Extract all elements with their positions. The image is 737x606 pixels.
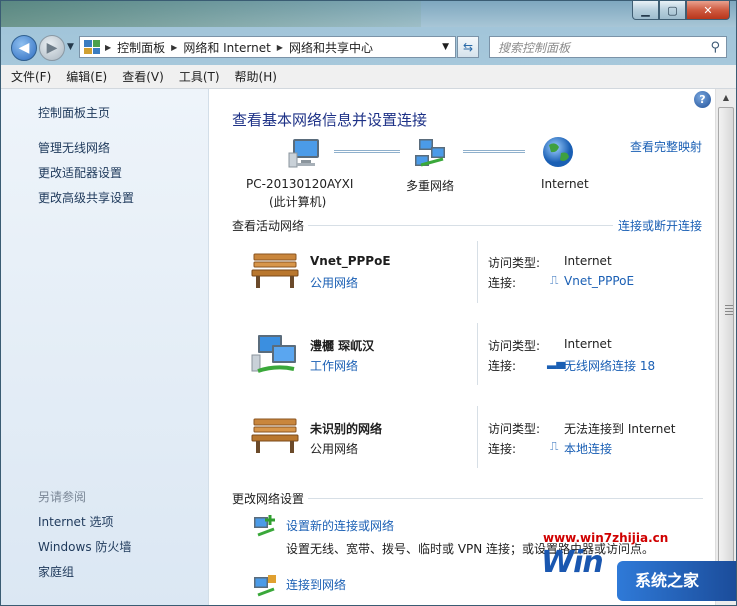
menu-bar: 文件(F) 编辑(E) 查看(V) 工具(T) 帮助(H) [1, 65, 736, 89]
sidebar-link-internet-options[interactable]: Internet 选项 [38, 513, 113, 530]
network-2-access-value: Internet [564, 337, 612, 351]
see-also-heading: 另请参阅 [38, 490, 87, 504]
maximize-button[interactable]: ▢ [659, 1, 686, 20]
active-networks-heading: 查看活动网络 [232, 219, 305, 233]
sidebar-link-homegroup[interactable]: 家庭组 [38, 563, 74, 580]
work-network-icon [251, 335, 296, 373]
scroll-up-icon[interactable]: ▲ [716, 89, 736, 106]
network-3-conn-link[interactable]: 本地连接 [564, 440, 612, 457]
network-3-conn-label: 连接: [488, 442, 517, 456]
network-1-name: Vnet_PPPoE [310, 254, 391, 268]
connect-network-icon [254, 575, 276, 597]
refresh-icon: ⇆ [462, 40, 474, 54]
computer-icon[interactable] [287, 137, 323, 169]
sidebar-link-home[interactable]: 控制面板主页 [38, 104, 110, 121]
network-1-conn-link[interactable]: Vnet_PPPoE [564, 274, 634, 288]
sidebar-link-firewall[interactable]: Windows 防火墙 [38, 538, 131, 555]
breadcrumb-chevron-icon[interactable]: ▶ [102, 43, 114, 52]
address-bar[interactable]: ▶ 控制面板 ▶ 网络和 Internet ▶ 网络和共享中心 ▼ [79, 36, 456, 58]
control-panel-icon [84, 40, 100, 54]
address-row: ◀ ▶ ▼ ▶ 控制面板 ▶ 网络和 Internet ▶ 网络和共享中心 ▼ … [1, 27, 736, 65]
minimize-button[interactable]: ▁ [632, 1, 659, 20]
breadcrumb-control-panel[interactable]: 控制面板 [114, 39, 168, 56]
new-connection-icon [254, 515, 275, 537]
watermark: www.win7zhijia.cn Win 系统之家 [541, 531, 736, 605]
breadcrumb-chevron-icon[interactable]: ▶ [274, 43, 286, 52]
setup-new-connection-link[interactable]: 设置新的连接或网络 [286, 517, 394, 534]
close-button[interactable]: ✕ [686, 1, 730, 20]
watermark-url: www.win7zhijia.cn [543, 531, 669, 545]
menu-file[interactable]: 文件(F) [11, 68, 51, 85]
breadcrumb-chevron-icon[interactable]: ▶ [168, 43, 180, 52]
network-3-access-label: 访问类型: [488, 422, 541, 436]
map-connector [463, 150, 525, 153]
map-internet: Internet [541, 177, 589, 191]
network-3-name: 未识别的网络 [310, 422, 383, 436]
arrow-right-icon: ▶ [46, 40, 58, 56]
breadcrumb-network-internet[interactable]: 网络和 Internet [180, 39, 273, 56]
network-3-type: 公用网络 [310, 442, 359, 456]
network-2-name: 澧欐 琛屼汉 [310, 339, 375, 353]
bench-icon [251, 418, 299, 453]
network-2-access-label: 访问类型: [488, 339, 541, 353]
refresh-button[interactable]: ⇆ [457, 36, 479, 58]
forward-button[interactable]: ▶ [39, 35, 65, 61]
multiple-networks-icon[interactable] [413, 137, 449, 169]
sidebar-link-advanced-sharing[interactable]: 更改高级共享设置 [38, 189, 134, 206]
map-computer-name: PC-20130120AYXI [246, 177, 354, 191]
search-input[interactable]: 搜索控制面板 ⚲ [489, 36, 727, 58]
watermark-logo: Win [541, 545, 604, 580]
page-title: 查看基本网络信息并设置连接 [232, 111, 428, 129]
map-multiple-networks: 多重网络 [406, 179, 455, 193]
network-2-type-link[interactable]: 工作网络 [310, 357, 358, 374]
network-2-conn-label: 连接: [488, 359, 517, 373]
menu-help[interactable]: 帮助(H) [235, 68, 277, 85]
address-dropdown-icon[interactable]: ▼ [436, 42, 455, 52]
sidebar-link-adapter[interactable]: 更改适配器设置 [38, 164, 122, 181]
explorer-window: ▁ ▢ ✕ ◀ ▶ ▼ ▶ 控制面板 ▶ 网络和 Internet ▶ 网络和共… [0, 0, 737, 606]
network-3-access-value: 无法连接到 Internet [564, 422, 676, 436]
internet-globe-icon[interactable] [541, 135, 575, 169]
sidebar: 控制面板主页 管理无线网络 更改适配器设置 更改高级共享设置 另请参阅 Inte… [1, 89, 209, 605]
change-settings-heading: 更改网络设置 [232, 492, 305, 506]
recent-pages-dropdown[interactable]: ▼ [67, 42, 74, 52]
menu-edit[interactable]: 编辑(E) [66, 68, 107, 85]
network-2-conn-link[interactable]: 无线网络连接 18 [564, 357, 655, 374]
dialup-connection-icon: ⎍ [550, 273, 559, 287]
help-icon[interactable]: ? [694, 91, 711, 108]
watermark-site: 系统之家 [635, 571, 700, 590]
search-placeholder: 搜索控制面板 [498, 40, 571, 55]
connect-disconnect-link[interactable]: 连接或断开连接 [618, 217, 702, 234]
map-computer-sub: (此计算机) [269, 195, 327, 209]
scroll-thumb[interactable] [718, 107, 734, 577]
arrow-left-icon: ◀ [18, 40, 30, 56]
sidebar-link-wireless[interactable]: 管理无线网络 [38, 139, 110, 156]
ethernet-connection-icon: ⎍ [550, 439, 559, 453]
title-bar[interactable]: ▁ ▢ ✕ [1, 1, 736, 27]
vertical-scrollbar[interactable]: ▲ [715, 89, 736, 605]
network-1-access-value: Internet [564, 254, 612, 268]
search-icon[interactable]: ⚲ [710, 40, 720, 55]
network-1-conn-label: 连接: [488, 276, 517, 290]
connect-to-network-link[interactable]: 连接到网络 [286, 576, 346, 593]
view-full-map-link[interactable]: 查看完整映射 [630, 138, 702, 155]
back-button[interactable]: ◀ [11, 35, 37, 61]
map-connector [334, 150, 400, 153]
menu-tools[interactable]: 工具(T) [179, 68, 220, 85]
menu-view[interactable]: 查看(V) [122, 68, 164, 85]
wireless-signal-icon: ▂▄ [547, 355, 566, 369]
network-1-access-label: 访问类型: [488, 256, 541, 270]
network-1-type-link[interactable]: 公用网络 [310, 274, 358, 291]
breadcrumb-network-sharing[interactable]: 网络和共享中心 [286, 39, 376, 56]
bench-icon [251, 253, 299, 288]
